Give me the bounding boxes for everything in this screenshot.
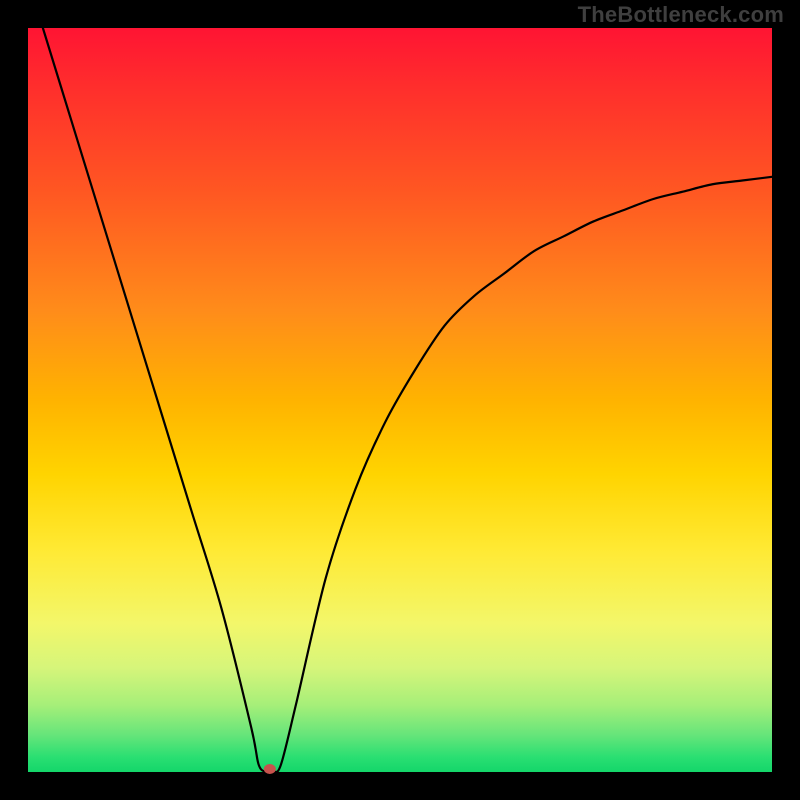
plot-area	[28, 28, 772, 772]
watermark-text: TheBottleneck.com	[578, 2, 784, 28]
curve-svg	[28, 28, 772, 772]
min-marker	[264, 764, 276, 774]
chart-frame: TheBottleneck.com	[0, 0, 800, 800]
bottleneck-curve	[43, 28, 772, 773]
